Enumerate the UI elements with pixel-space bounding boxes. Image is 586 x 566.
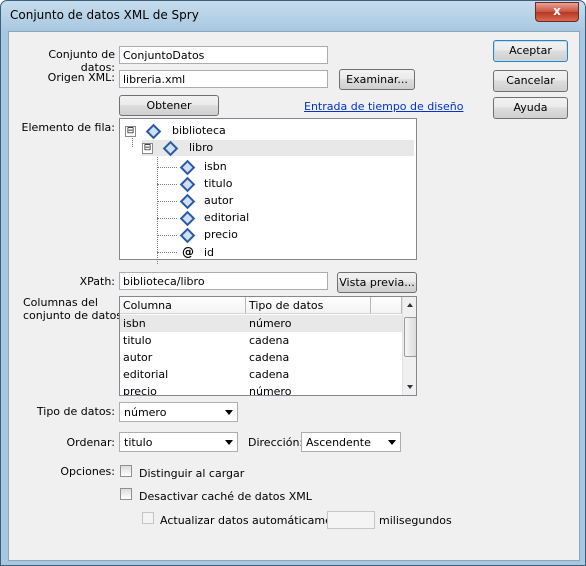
cell-type: número xyxy=(249,385,292,396)
chevron-down-icon xyxy=(225,410,233,415)
element-icon xyxy=(179,227,196,243)
sort-value: titulo xyxy=(124,436,153,449)
chevron-down-icon xyxy=(225,440,233,445)
table-row[interactable]: isbn número xyxy=(120,315,402,332)
sort-select[interactable]: titulo xyxy=(119,432,238,452)
tree-leaf[interactable]: isbn xyxy=(179,159,227,175)
tree-leaf[interactable]: @ id xyxy=(182,244,214,260)
options-label: Opciones: xyxy=(60,465,115,478)
close-button[interactable]: x xyxy=(535,2,579,22)
tree-node-selected[interactable]: ⊟ libro xyxy=(142,140,414,156)
close-icon: x xyxy=(553,4,561,18)
row-element-label: Elemento de fila: xyxy=(21,121,115,134)
tree-leaf[interactable]: autor xyxy=(179,193,234,209)
dialog-body: Conjunto de datos: ConjuntoDatos Origen … xyxy=(8,31,580,561)
cell-type: cadena xyxy=(249,334,290,347)
element-icon xyxy=(179,159,196,175)
auto-refresh-checkbox[interactable] xyxy=(142,512,154,524)
disable-cache-label[interactable]: Desactivar caché de datos XML xyxy=(139,490,312,503)
tree-node-label: autor xyxy=(204,194,234,207)
column-header-type[interactable]: Tipo de datos xyxy=(246,297,371,314)
xml-source-label: Origen XML: xyxy=(47,71,115,84)
tree-node-label: precio xyxy=(204,228,238,241)
element-icon xyxy=(179,210,196,226)
preview-button[interactable]: Vista previa... xyxy=(337,272,417,293)
table-row[interactable]: precio número xyxy=(120,383,402,396)
collapse-icon[interactable]: ⊟ xyxy=(125,125,136,137)
tree-node-label: biblioteca xyxy=(172,124,226,137)
tree-leaf[interactable]: editorial xyxy=(179,210,250,226)
column-header-filler xyxy=(371,297,402,314)
cell-type: cadena xyxy=(249,351,290,364)
help-button[interactable]: Ayuda xyxy=(493,97,568,119)
tree-node-root[interactable]: ⊟ biblioteca xyxy=(125,123,226,139)
vertical-scrollbar[interactable] xyxy=(402,297,416,395)
window-title: Conjunto de datos XML de Spry xyxy=(10,8,199,22)
repeating-element-icon xyxy=(162,140,178,156)
dataset-name-input[interactable]: ConjuntoDatos xyxy=(119,46,328,64)
get-schema-button[interactable]: Obtener esquema xyxy=(119,95,219,131)
distinct-checkbox[interactable] xyxy=(120,465,132,477)
tree-node-label: id xyxy=(204,246,215,259)
cell-column: precio xyxy=(123,385,157,396)
refresh-interval-input[interactable] xyxy=(327,511,375,529)
data-type-value: número xyxy=(124,406,167,419)
attribute-icon: @ xyxy=(182,245,194,259)
direction-value: Ascendente xyxy=(306,436,371,449)
browse-button[interactable]: Examinar... xyxy=(339,69,415,90)
tree-node-label: isbn xyxy=(204,160,227,173)
table-row[interactable]: titulo cadena xyxy=(120,332,402,349)
cell-column: isbn xyxy=(123,317,146,330)
cell-column: editorial xyxy=(123,368,169,381)
design-time-input-link[interactable]: Entrada de tiempo de diseño xyxy=(304,100,464,113)
scroll-thumb[interactable] xyxy=(404,317,416,357)
dialog-window: Conjunto de datos XML de Spry x Conjunto… xyxy=(0,0,586,566)
direction-select[interactable]: Ascendente xyxy=(301,432,401,452)
element-icon xyxy=(145,123,161,139)
row-element-tree[interactable]: ⊟ biblioteca ⊟ libro isbn titulo autor e… xyxy=(119,118,417,264)
direction-label: Dirección: xyxy=(248,436,304,449)
chevron-down-icon xyxy=(388,440,396,445)
milliseconds-label: milisegundos xyxy=(379,514,452,527)
table-row[interactable]: editorial cadena xyxy=(120,366,402,383)
columns-table[interactable]: Columna Tipo de datos isbn número titulo… xyxy=(119,296,417,396)
element-icon xyxy=(179,176,196,192)
columns-label-line2: conjunto de datos: xyxy=(23,309,126,322)
tree-node-label: editorial xyxy=(204,211,250,224)
columns-label-line1: Columnas del xyxy=(23,296,98,309)
xpath-input[interactable]: biblioteca/libro xyxy=(119,272,328,290)
ok-button[interactable]: Aceptar xyxy=(493,40,568,62)
title-bar[interactable]: Conjunto de datos XML de Spry x xyxy=(1,1,585,31)
tree-leaf[interactable]: titulo xyxy=(179,176,233,192)
column-header-name[interactable]: Columna xyxy=(120,297,246,314)
tree-node-label: libro xyxy=(189,141,214,154)
tree-leaf[interactable]: precio xyxy=(179,227,238,243)
scroll-down-icon[interactable] xyxy=(407,385,413,389)
auto-refresh-label[interactable]: Actualizar datos automáticamente xyxy=(160,514,350,527)
cell-type: número xyxy=(249,317,292,330)
data-type-select[interactable]: número xyxy=(119,402,238,422)
xml-source-input[interactable]: libreria.xml xyxy=(119,70,328,88)
sort-label: Ordenar: xyxy=(66,436,116,449)
element-icon xyxy=(179,193,196,209)
columns-label: Columnas del conjunto de datos: xyxy=(23,296,126,322)
data-type-label: Tipo de datos: xyxy=(36,405,115,418)
cell-column: titulo xyxy=(123,334,152,347)
disable-cache-checkbox[interactable] xyxy=(120,488,132,500)
collapse-icon[interactable]: ⊟ xyxy=(142,142,153,154)
scroll-up-icon[interactable] xyxy=(407,303,413,307)
cell-type: cadena xyxy=(249,368,290,381)
cell-column: autor xyxy=(123,351,153,364)
table-row[interactable]: autor cadena xyxy=(120,349,402,366)
tree-node-label: titulo xyxy=(204,177,233,190)
distinct-label[interactable]: Distinguir al cargar xyxy=(139,467,244,480)
xpath-label: XPath: xyxy=(79,275,115,288)
cancel-button[interactable]: Cancelar xyxy=(493,70,568,92)
